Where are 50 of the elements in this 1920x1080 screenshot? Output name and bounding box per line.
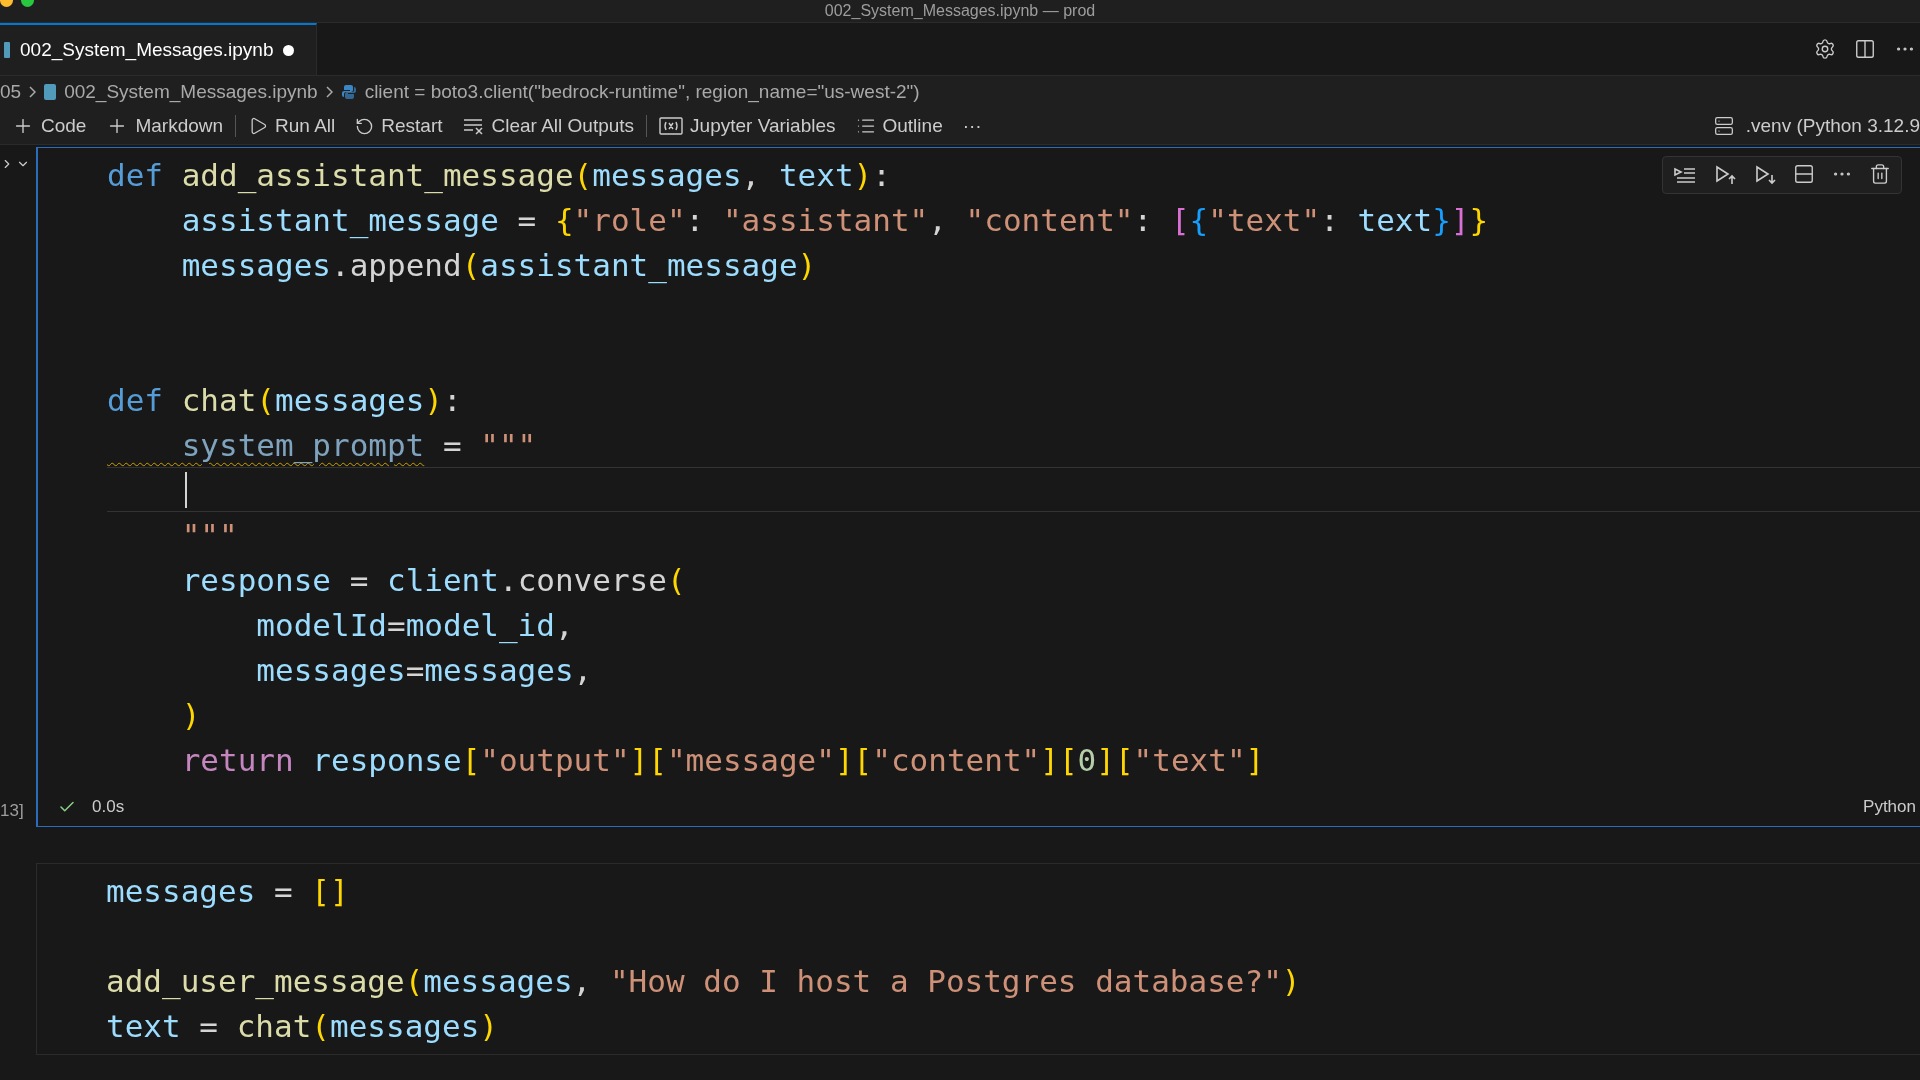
breadcrumb-item[interactable]: client = boto3.client("bedrock-runtime", region_name="us-west-2") — [364, 81, 920, 103]
breadcrumb-item[interactable]: 05 — [0, 81, 22, 103]
toolbar-button[interactable]: Jupyter Variables — [659, 115, 836, 137]
run-below-icon[interactable] — [1753, 163, 1777, 187]
toolbar-button[interactable]: Outline — [855, 115, 943, 137]
toolbar-button[interactable]: Code — [12, 115, 87, 137]
python-icon — [340, 84, 357, 100]
code-line: response = client.converse( — [180, 561, 686, 598]
code-line: """ — [180, 516, 238, 553]
notebook-icon — [44, 84, 57, 100]
minimize-button[interactable] — [0, 0, 13, 7]
code-line: messages.append(assistant_message) — [180, 246, 817, 283]
window-title: 002_System_Messages.ipynb — prod — [824, 2, 1096, 20]
split-editor-icon[interactable] — [1854, 38, 1876, 60]
cell-language[interactable]: Python — [1863, 797, 1920, 817]
code-line: ) — [180, 696, 201, 733]
run-time: 0.0s — [92, 797, 125, 817]
run-above-icon[interactable] — [1713, 163, 1737, 187]
maximize-button[interactable] — [21, 0, 34, 7]
breadcrumb-item[interactable]: 002_System_Messages.ipynb — [64, 81, 318, 103]
editor-tab[interactable]: 002_System_Messages.ipynb — [0, 23, 318, 75]
delete-icon[interactable] — [1869, 163, 1891, 185]
code-line: assistant_message = {"role": "assistant", "content": [{"text": text}]} — [180, 201, 1489, 238]
toolbar-button[interactable]: Clear All Outputs — [462, 115, 635, 137]
notebook-icon — [4, 42, 10, 58]
more-button[interactable]: ··· — [962, 115, 982, 137]
code-line: def add_assistant_message(messages, text): — [107, 156, 891, 193]
code-line: modelId=model_id, — [255, 606, 574, 643]
chevron-right-icon — [325, 86, 333, 98]
split-cell-icon[interactable] — [1793, 163, 1815, 185]
code-line: messages = [] — [106, 872, 349, 909]
code-cell[interactable] — [36, 147, 1920, 827]
clear-icon — [462, 116, 485, 136]
toolbar-button[interactable]: Restart — [355, 115, 443, 137]
variables-icon — [659, 116, 684, 136]
execution-count: 13] — [0, 801, 24, 821]
code-line: add_user_message(messages, "How do I host a Postgres database?") — [106, 962, 1301, 999]
code-cell[interactable]: messages = [] add_user_message(messages, "How do I host a Postgres database?") text = chat(messages) — [36, 863, 1920, 1055]
code-line: system_prompt = """ — [180, 426, 537, 463]
kernel-picker[interactable]: .venv (Python 3.12.9 — [1713, 115, 1920, 137]
code-line: def chat(messages): — [107, 381, 462, 418]
kernel-icon — [1713, 116, 1734, 136]
code-line: return response["output"]["message"]["content"][0]["text"] — [180, 741, 1265, 778]
restart-icon — [355, 116, 375, 136]
toolbar-button[interactable]: Markdown — [106, 115, 224, 137]
chevron-right-icon — [29, 86, 37, 98]
code-line: messages=messages, — [255, 651, 593, 688]
code-line: text = chat(messages) — [106, 1007, 498, 1044]
settings-icon[interactable] — [1814, 38, 1836, 60]
toolbar-button[interactable]: Run All — [248, 115, 336, 137]
